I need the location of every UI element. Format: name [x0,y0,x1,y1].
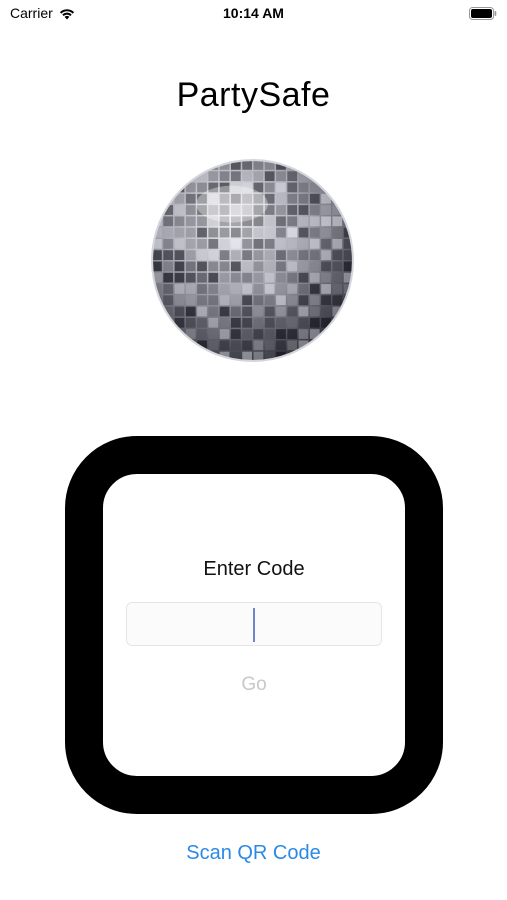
text-cursor [253,608,255,642]
battery-icon [469,7,497,20]
scan-qr-code-button[interactable]: Scan QR Code [0,842,507,865]
app-title: PartySafe [176,76,331,114]
status-bar: Carrier 10:14 AM [0,0,507,30]
enter-code-label: Enter Code [203,558,305,580]
status-time: 10:14 AM [223,5,284,21]
code-entry-frame: Enter Code Go [65,436,443,814]
go-button[interactable]: Go [103,674,405,696]
code-input[interactable] [126,602,382,646]
disco-ball-image [151,159,354,362]
